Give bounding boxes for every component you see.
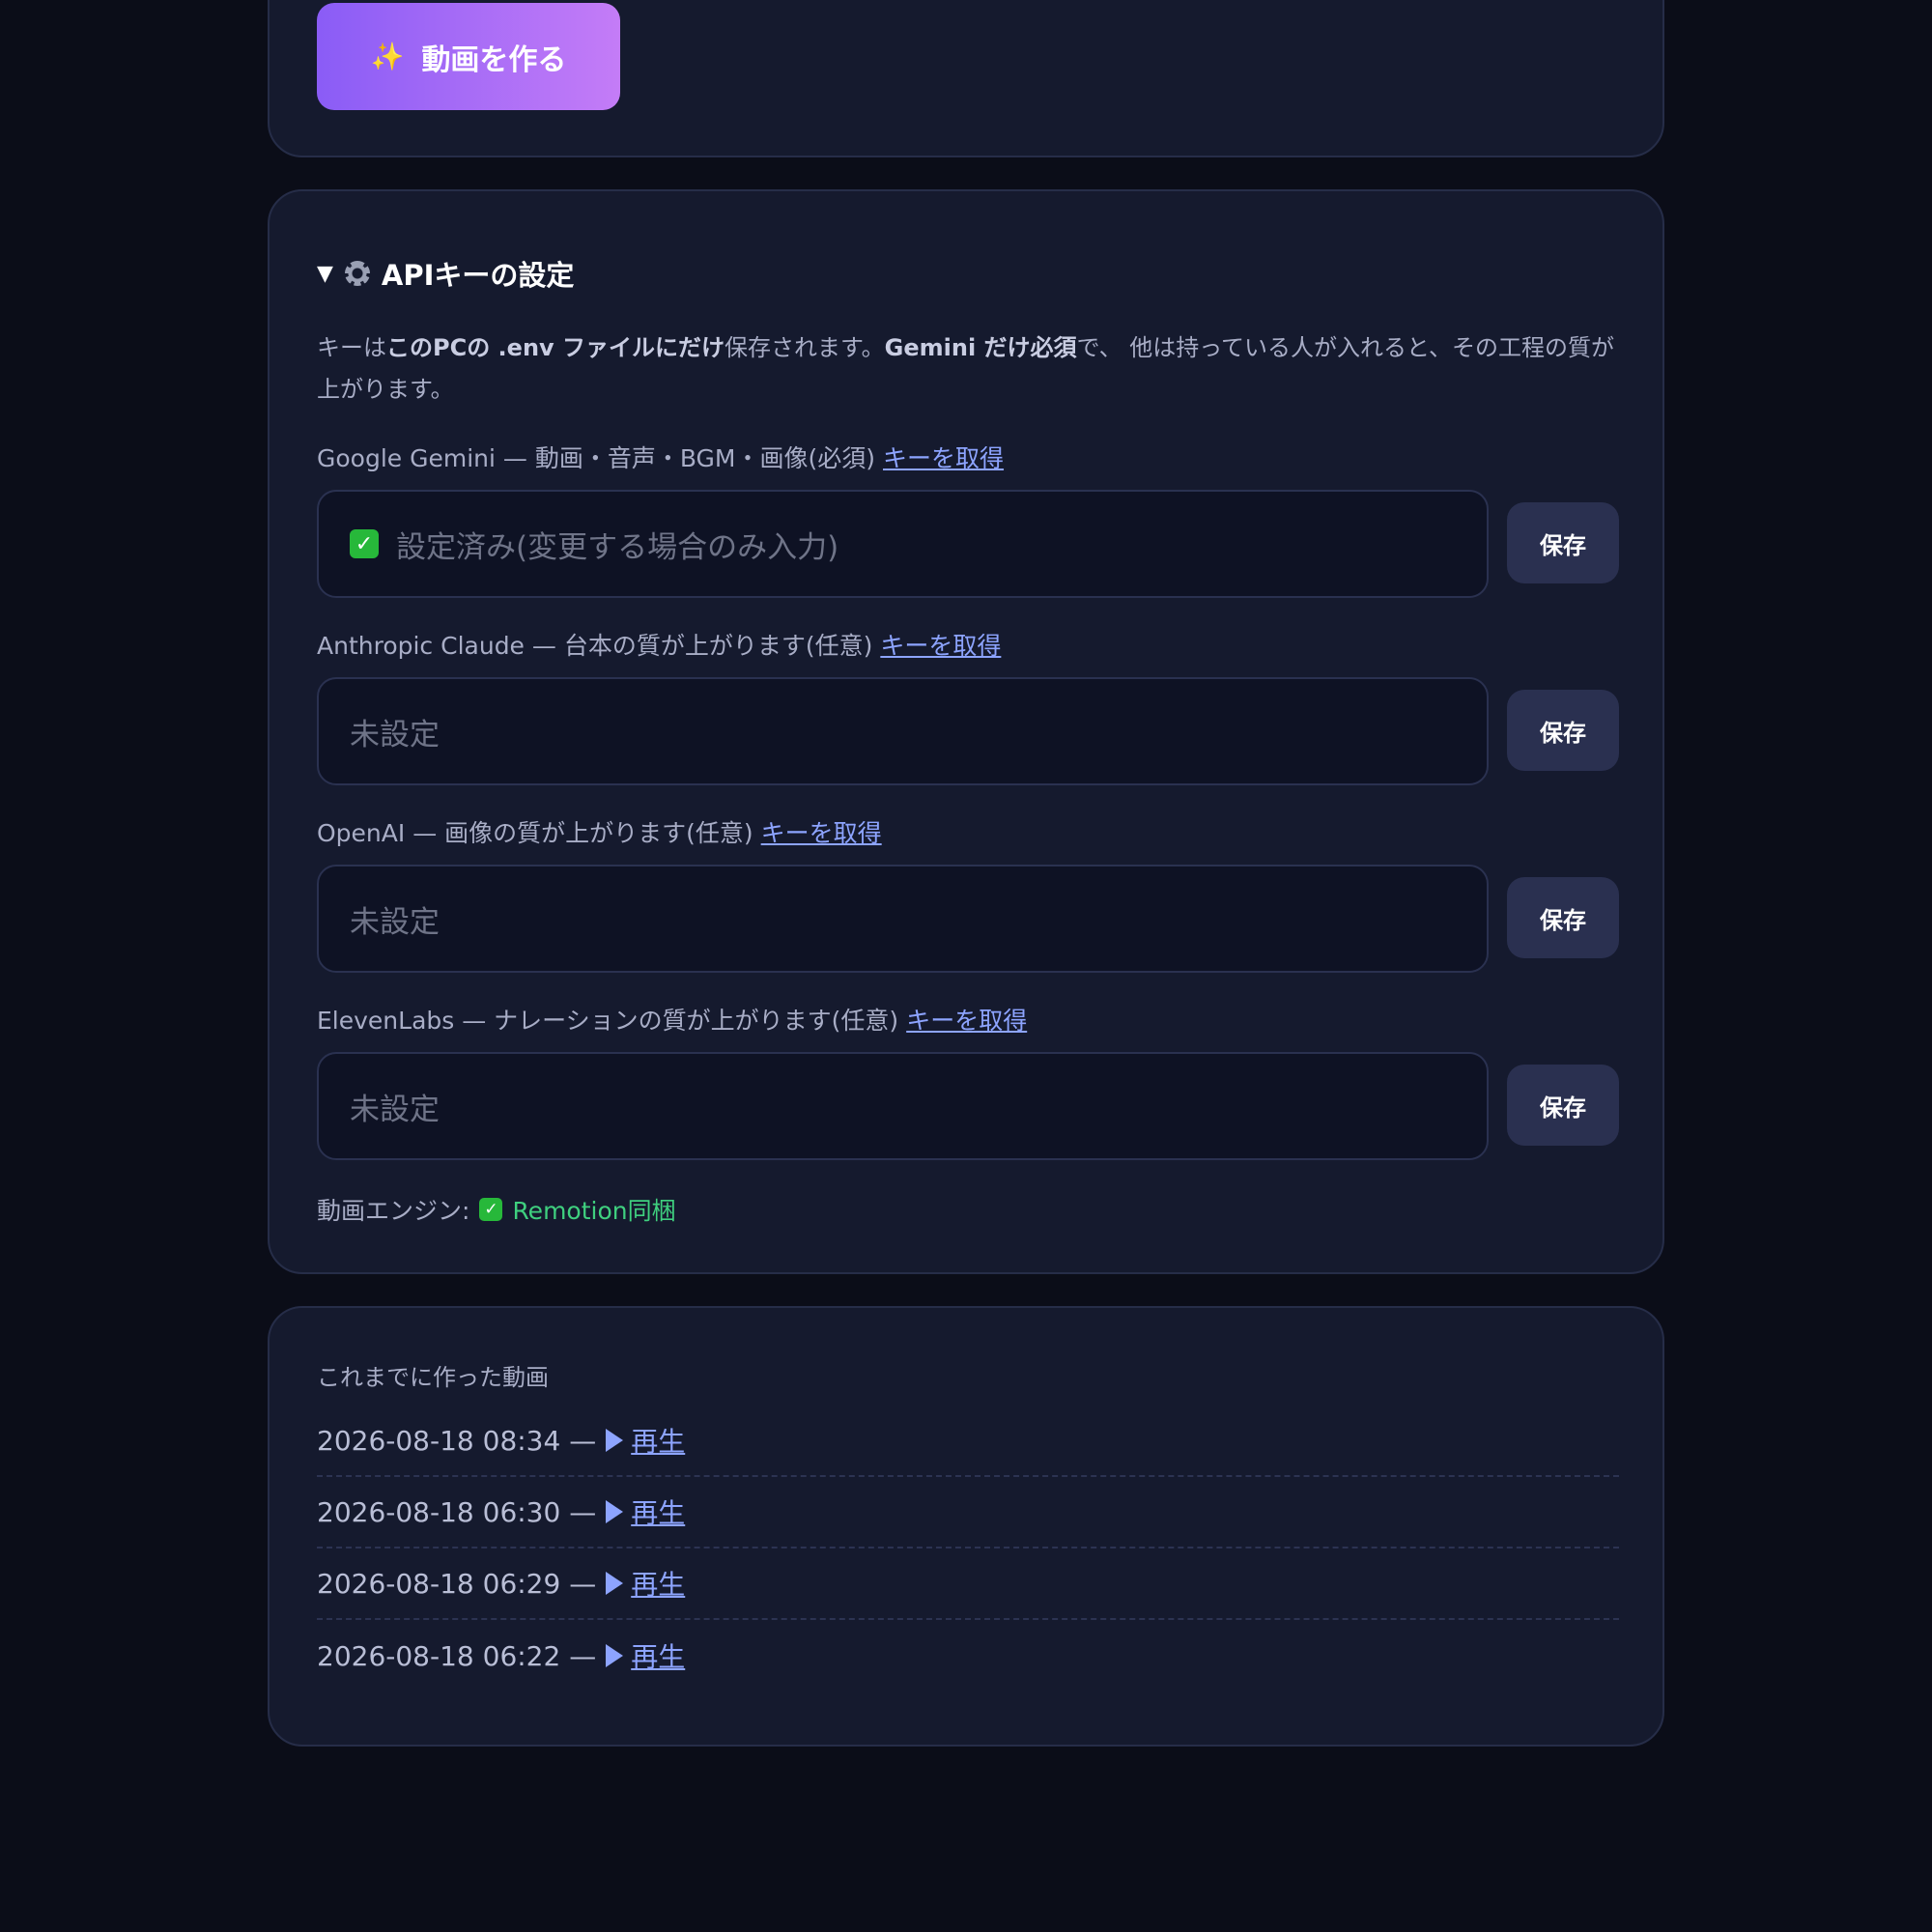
gear-icon [344,261,370,286]
play-label: 再生 [631,1641,686,1673]
history-datetime: 2026-08-18 06:29 — [317,1567,597,1600]
gemini-get-key-link[interactable]: キーを取得 [883,444,1004,472]
elevenlabs-get-key-link[interactable]: キーを取得 [906,1007,1027,1035]
video-engine-status: 動画エンジン: ✓ Remotion同梱 [317,1192,676,1227]
elevenlabs-key-input[interactable]: 未設定 [317,1052,1489,1160]
openai-label-text: OpenAI — 画像の質が上がります(任意) [317,819,753,847]
check-icon: ✓ [350,529,379,558]
elevenlabs-save-button[interactable]: 保存 [1507,1065,1619,1146]
play-label: 再生 [631,1426,686,1458]
desc-bold-1: このPCの .env ファイルにだけ [386,334,725,361]
check-icon: ✓ [479,1198,503,1221]
openai-save-button[interactable]: 保存 [1507,877,1619,958]
openai-key-input[interactable]: 未設定 [317,865,1489,973]
gemini-label-text: Google Gemini — 動画・音声・BGM・画像(必須) [317,444,876,472]
desc-bold-2: Gemini だけ必須 [884,334,1077,361]
gemini-key-input[interactable]: ✓ 設定済み(変更する場合のみ入力) [317,490,1489,598]
desc-text-1: キーは [317,334,386,361]
api-settings-summary[interactable]: ▼ APIキーの設定 [317,253,574,294]
openai-key-placeholder: 未設定 [350,904,440,940]
make-video-label: 動画を作る [421,43,567,77]
collapse-triangle-icon: ▼ [317,261,333,286]
gemini-label: Google Gemini — 動画・音声・BGM・画像(必須) キーを取得 [317,440,1004,474]
play-label: 再生 [631,1497,686,1529]
history-card: これまでに作った動画 2026-08-18 08:34 — 再生 2026-08… [268,1306,1664,1747]
api-settings-card: ▼ APIキーの設定 キーはこのPCの .env ファイルにだけ保存されます。G… [268,189,1664,1274]
history-item: 2026-08-18 06:30 — 再生 [317,1477,1619,1548]
play-link[interactable]: 再生 [606,1492,685,1531]
play-icon [606,1572,624,1595]
claude-label: Anthropic Claude — 台本の質が上がります(任意) キーを取得 [317,627,1001,662]
history-item: 2026-08-18 06:29 — 再生 [317,1548,1619,1620]
openai-get-key-link[interactable]: キーを取得 [761,819,882,847]
desc-text-2: 保存されます。 [724,334,885,361]
claude-get-key-link[interactable]: キーを取得 [880,632,1001,660]
play-link[interactable]: 再生 [606,1636,685,1675]
elevenlabs-label: ElevenLabs — ナレーションの質が上がります(任意) キーを取得 [317,1002,1027,1037]
history-title: これまでに作った動画 [317,1364,549,1391]
history-item: 2026-08-18 08:34 — 再生 [317,1406,1619,1477]
api-settings-description: キーはこのPCの .env ファイルにだけ保存されます。Gemini だけ必須で… [317,327,1621,411]
api-settings-title: APIキーの設定 [381,259,575,292]
claude-label-text: Anthropic Claude — 台本の質が上がります(任意) [317,632,873,660]
elevenlabs-label-text: ElevenLabs — ナレーションの質が上がります(任意) [317,1007,899,1035]
history-list: 2026-08-18 08:34 — 再生 2026-08-18 06:30 —… [317,1406,1619,1691]
play-icon [606,1429,624,1452]
play-icon [606,1500,624,1523]
openai-label: OpenAI — 画像の質が上がります(任意) キーを取得 [317,814,882,849]
play-link[interactable]: 再生 [606,1564,685,1603]
elevenlabs-key-placeholder: 未設定 [350,1092,440,1127]
history-item: 2026-08-18 06:22 — 再生 [317,1620,1619,1691]
claude-key-input[interactable]: 未設定 [317,677,1489,785]
claude-save-button[interactable]: 保存 [1507,690,1619,771]
play-label: 再生 [631,1569,686,1601]
gemini-save-button[interactable]: 保存 [1507,502,1619,583]
gemini-key-placeholder: 設定済み(変更する場合のみ入力) [396,529,839,565]
make-video-button[interactable]: ✨ 動画を作る [317,3,620,110]
generate-card: ✨ 動画を作る [268,0,1664,157]
play-link[interactable]: 再生 [606,1421,685,1460]
claude-key-placeholder: 未設定 [350,717,440,753]
history-datetime: 2026-08-18 06:30 — [317,1495,597,1528]
sparkles-icon: ✨ [370,41,405,72]
history-datetime: 2026-08-18 08:34 — [317,1424,597,1457]
video-engine-label: 動画エンジン: [317,1197,470,1225]
play-icon [606,1644,624,1667]
video-engine-value: Remotion同梱 [512,1197,676,1225]
history-datetime: 2026-08-18 06:22 — [317,1639,597,1672]
